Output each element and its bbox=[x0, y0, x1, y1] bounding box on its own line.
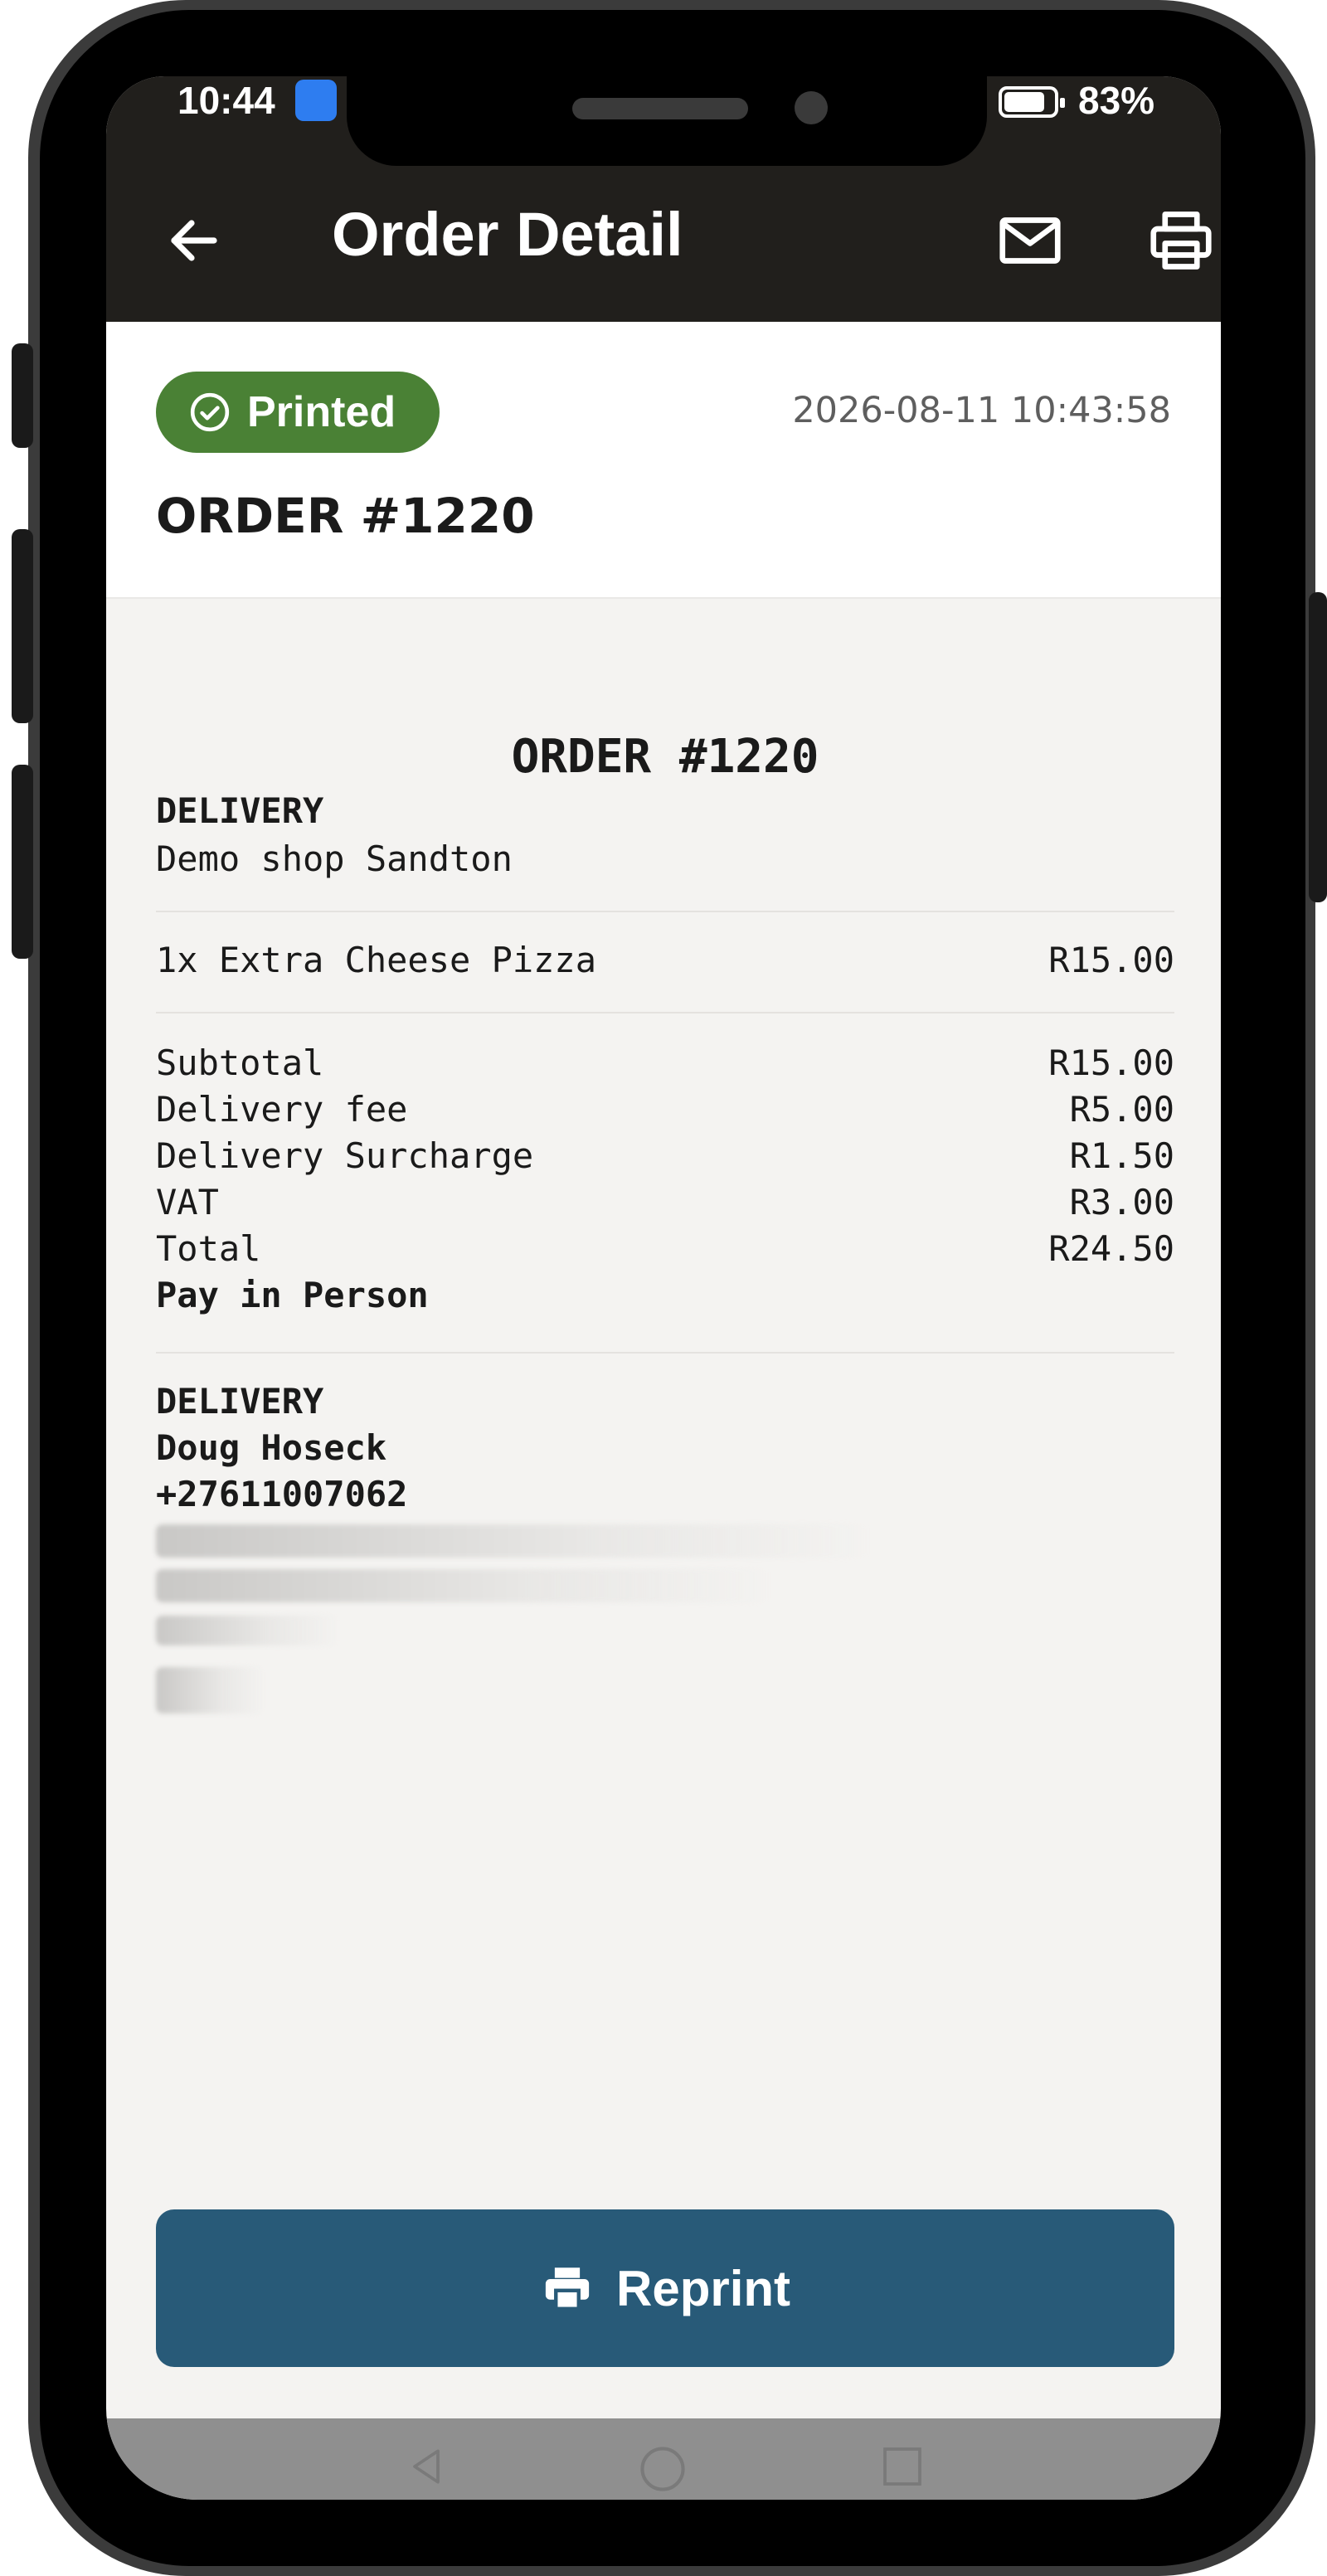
order-timestamp: 2026-08-11 10:43:58 bbox=[792, 390, 1171, 431]
camera-notch bbox=[347, 76, 987, 166]
email-button[interactable] bbox=[989, 199, 1072, 282]
status-badge: Printed bbox=[156, 372, 440, 453]
receipt-divider bbox=[156, 1352, 1174, 1354]
reprint-button-label: Reprint bbox=[616, 2260, 790, 2316]
total-label: Total bbox=[156, 1228, 261, 1269]
receipt-title: ORDER #1220 bbox=[511, 730, 819, 784]
receipt-payment-method: Pay in Person bbox=[156, 1275, 429, 1315]
customer-order-type: DELIVERY bbox=[156, 1381, 324, 1422]
check-circle-icon bbox=[190, 392, 230, 432]
item-amount: R15.00 bbox=[1048, 940, 1174, 980]
receipt-total-row: Subtotal R15.00 bbox=[156, 1040, 1174, 1086]
receipt-total-row: Delivery Surcharge R1.50 bbox=[156, 1133, 1174, 1179]
arrow-left-icon bbox=[171, 220, 217, 261]
triangle-back-icon[interactable] bbox=[403, 2443, 450, 2490]
phone-volume-down bbox=[12, 765, 33, 959]
phone-volume-up bbox=[12, 529, 33, 723]
status-time: 10:44 bbox=[177, 79, 275, 122]
reprint-button[interactable]: Reprint bbox=[156, 2209, 1174, 2367]
receipt-divider bbox=[156, 911, 1174, 912]
back-button[interactable] bbox=[153, 199, 236, 282]
order-number: ORDER #1220 bbox=[156, 488, 535, 544]
app-top-bar: 10:44 83% Order Detail bbox=[106, 76, 1221, 322]
redacted-address-line bbox=[156, 1524, 869, 1558]
redacted-address-line bbox=[156, 1569, 770, 1602]
redacted-address-line bbox=[156, 1616, 338, 1645]
item-label: 1x Extra Cheese Pizza bbox=[156, 940, 597, 980]
receipt-total-row: VAT R3.00 bbox=[156, 1179, 1174, 1226]
total-label: Delivery Surcharge bbox=[156, 1135, 534, 1176]
receipt-order-type: DELIVERY bbox=[156, 790, 324, 831]
phone-side-button bbox=[12, 343, 33, 448]
customer-phone: +27611007062 bbox=[156, 1474, 408, 1514]
device-screen: 10:44 83% Order Detail Printed 2026-08-1… bbox=[106, 76, 1221, 2500]
phone-power-button bbox=[1309, 592, 1327, 902]
receipt-total-row: Delivery fee R5.00 bbox=[156, 1086, 1174, 1133]
order-header-card: Printed 2026-08-11 10:43:58 ORDER #1220 bbox=[106, 322, 1221, 599]
total-amount: R15.00 bbox=[1048, 1043, 1174, 1083]
total-amount: R1.50 bbox=[1069, 1135, 1174, 1176]
receipt-total-row: Total R24.50 bbox=[156, 1226, 1174, 1272]
page-title: Order Detail bbox=[332, 200, 683, 269]
notification-app-icon bbox=[295, 80, 337, 121]
receipt-divider bbox=[156, 1012, 1174, 1013]
total-amount: R24.50 bbox=[1048, 1228, 1174, 1269]
total-label: Subtotal bbox=[156, 1043, 324, 1083]
print-button[interactable] bbox=[1140, 199, 1221, 282]
printer-icon bbox=[1150, 211, 1212, 270]
battery-icon bbox=[999, 86, 1065, 118]
total-label: Delivery fee bbox=[156, 1089, 408, 1130]
total-label: VAT bbox=[156, 1182, 219, 1222]
status-badge-label: Printed bbox=[247, 388, 396, 436]
square-recents-icon[interactable] bbox=[879, 2443, 926, 2490]
circle-home-icon[interactable] bbox=[637, 2443, 688, 2495]
front-camera bbox=[795, 91, 828, 124]
printer-icon bbox=[545, 2267, 590, 2311]
customer-name: Doug Hoseck bbox=[156, 1427, 387, 1468]
speaker bbox=[572, 98, 748, 119]
redacted-address-line bbox=[156, 1667, 264, 1713]
battery-percentage: 83% bbox=[1078, 79, 1155, 122]
total-amount: R3.00 bbox=[1069, 1182, 1174, 1222]
receipt-item: 1x Extra Cheese Pizza R15.00 bbox=[156, 937, 1174, 984]
total-amount: R5.00 bbox=[1069, 1089, 1174, 1130]
mail-icon bbox=[999, 217, 1061, 264]
receipt-shop-name: Demo shop Sandton bbox=[156, 838, 513, 879]
system-nav-bar bbox=[106, 2418, 1221, 2500]
